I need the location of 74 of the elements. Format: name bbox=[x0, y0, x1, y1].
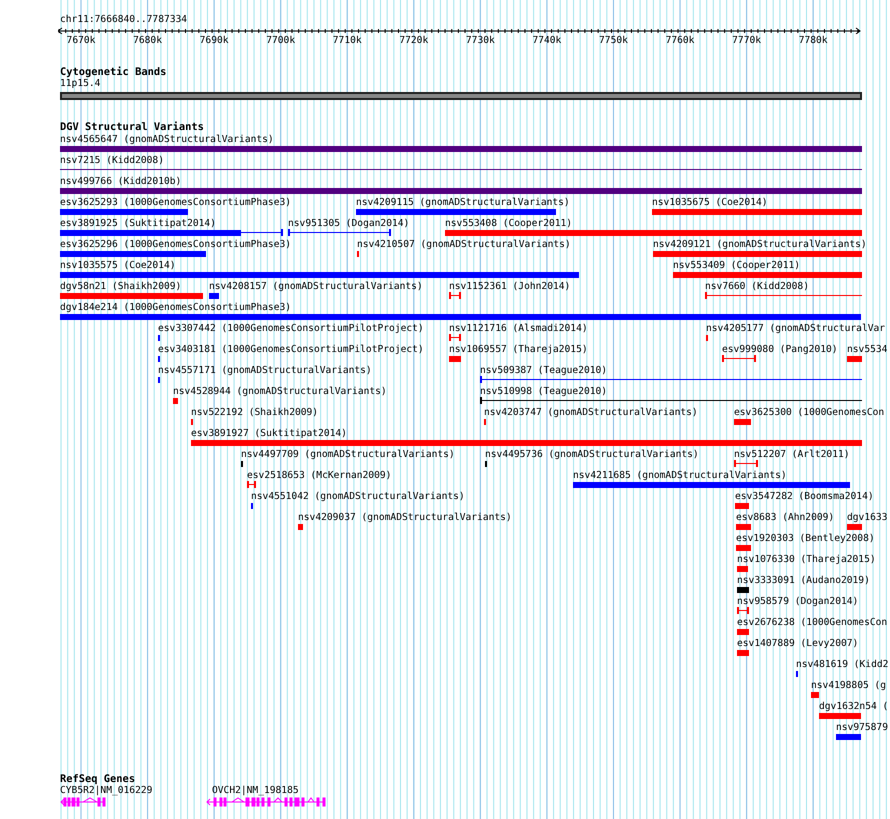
variant-label: nsv1035575 (Coe2014) bbox=[60, 260, 176, 271]
variant-label: nsv553408 (Cooper2011) bbox=[445, 218, 572, 229]
variant-label: nsv4198805 (g bbox=[811, 680, 886, 691]
tick-label: 7770k bbox=[732, 35, 762, 46]
variant-label: esv8683 (Ahn2009) bbox=[736, 512, 834, 523]
variant-label: nsv4211685 (gnomADStructuralVariants) bbox=[573, 470, 787, 481]
gene-model-drawing bbox=[60, 797, 106, 806]
variant-label: esv3625293 (1000GenomesConsortiumPhase3) bbox=[60, 197, 292, 208]
variant-label: esv3403181 (1000GenomesConsortiumPilotProject) bbox=[158, 344, 424, 355]
variant-label: nsv4528944 (gnomADStructuralVariants) bbox=[173, 386, 387, 397]
variant-label: nsv4565647 (gnomADStructuralVariants) bbox=[60, 134, 274, 145]
variant-label: dgv58n21 (Shaikh2009) bbox=[60, 281, 182, 292]
tick-label: 7710k bbox=[332, 35, 362, 46]
variant-label: nsv522192 (Shaikh2009) bbox=[191, 407, 318, 418]
variant-label: dgv1632n54 ( bbox=[819, 701, 888, 712]
variant-label: nsv1035675 (Coe2014) bbox=[652, 197, 768, 208]
variant-label: nsv1152361 (John2014) bbox=[449, 281, 570, 292]
gene-label: CYB5R2|NM_016229 bbox=[60, 785, 152, 796]
variant-label: nsv3333091 (Audano2019) bbox=[737, 575, 870, 586]
tick-label: 7720k bbox=[398, 35, 429, 46]
tick-label: 7690k bbox=[199, 35, 230, 46]
band-label: 11p15.4 bbox=[60, 78, 102, 89]
variant-label: dgv184e214 (1000GenomesConsortiumPhase3) bbox=[60, 302, 292, 313]
variant-label: nsv1076330 (Thareja2015) bbox=[737, 554, 876, 565]
region-label: chr11:7666840..7787334 bbox=[60, 14, 188, 26]
variant-label: nsv4208157 (gnomADStructuralVariants) bbox=[209, 281, 423, 292]
tick-label: 7740k bbox=[532, 35, 562, 46]
tick-label: 7780k bbox=[798, 35, 828, 46]
track-title: DGV Structural Variants bbox=[60, 121, 205, 133]
variant-label: nsv4209121 (gnomADStructuralVariants) bbox=[653, 239, 867, 250]
variant-label: nsv951305 (Dogan2014) bbox=[288, 218, 410, 229]
variant-label: esv999080 (Pang2010) bbox=[722, 344, 838, 355]
variant-label: nsv4557171 (gnomADStructuralVariants) bbox=[158, 365, 372, 376]
track-title: RefSeq Genes bbox=[60, 773, 136, 785]
tick-label: 7680k bbox=[132, 35, 163, 46]
variant-label: nsv4205177 (gnomADStructuralVar bbox=[706, 323, 886, 334]
variant-label: nsv4497709 (gnomADStructuralVariants) bbox=[241, 449, 455, 460]
tick-label: 7730k bbox=[465, 35, 496, 46]
variant-label: nsv510998 (Teague2010) bbox=[480, 386, 608, 397]
variant-label: nsv1121716 (Alsmadi2014) bbox=[449, 323, 588, 334]
variant-label: esv3891927 (Suktitipat2014) bbox=[191, 428, 347, 439]
variant-label: nsv4551042 (gnomADStructuralVariants) bbox=[251, 491, 465, 502]
variant-label: nsv509387 (Teague2010) bbox=[480, 365, 608, 376]
variant-label: nsv1069557 (Thareja2015) bbox=[449, 344, 588, 355]
variant-label: nsv7660 (Kidd2008) bbox=[705, 281, 809, 292]
variant-label: dgv1633 bbox=[847, 512, 888, 523]
variant-label: nsv4210507 (gnomADStructuralVariants) bbox=[357, 239, 571, 250]
variant-label: nsv4495736 (gnomADStructuralVariants) bbox=[485, 449, 699, 460]
variant-label: nsv4209037 (gnomADStructuralVariants) bbox=[298, 512, 512, 523]
tick-label: 7700k bbox=[266, 35, 296, 46]
variant-label: esv2518653 (McKernan2009) bbox=[247, 470, 392, 481]
tick-label: 7670k bbox=[66, 35, 96, 46]
variant-label: esv1407889 (Levy2007) bbox=[737, 638, 858, 649]
tick-label: 7750k bbox=[598, 35, 628, 46]
variant-label: nsv4209115 (gnomADStructuralVariants) bbox=[356, 197, 570, 208]
track-title: Cytogenetic Bands bbox=[60, 66, 168, 78]
variant-label: esv3625300 (1000GenomesCon bbox=[734, 407, 884, 418]
variant-label: esv3547282 (Boomsma2014) bbox=[735, 491, 874, 502]
variant-label: nsv4203747 (gnomADStructuralVariants) bbox=[484, 407, 698, 418]
variant-label: esv3891925 (Suktitipat2014) bbox=[60, 218, 216, 229]
variant-label: nsv5534 bbox=[847, 344, 888, 355]
variant-label: nsv975879 bbox=[836, 722, 888, 733]
tick-label: 7760k bbox=[665, 35, 696, 46]
variant-label: nsv7215 (Kidd2008) bbox=[60, 155, 164, 166]
variant-label: nsv958579 (Dogan2014) bbox=[737, 596, 858, 607]
variant-label: esv2676238 (1000GenomesCon bbox=[737, 617, 888, 628]
variant-label: nsv481619 (Kidd2 bbox=[796, 659, 888, 670]
variant-label: nsv553409 (Cooper2011) bbox=[673, 260, 800, 271]
gene-label: OVCH2|NM_198185 bbox=[212, 785, 299, 796]
variant-label: esv3625296 (1000GenomesConsortiumPhase3) bbox=[60, 239, 292, 250]
variant-label: nsv512207 (Arlt2011) bbox=[734, 449, 850, 460]
variant-label: esv1920303 (Bentley2008) bbox=[736, 533, 875, 544]
variant-label: esv3307442 (1000GenomesConsortiumPilotProject) bbox=[158, 323, 424, 334]
variant-label: nsv499766 (Kidd2010b) bbox=[60, 176, 182, 187]
